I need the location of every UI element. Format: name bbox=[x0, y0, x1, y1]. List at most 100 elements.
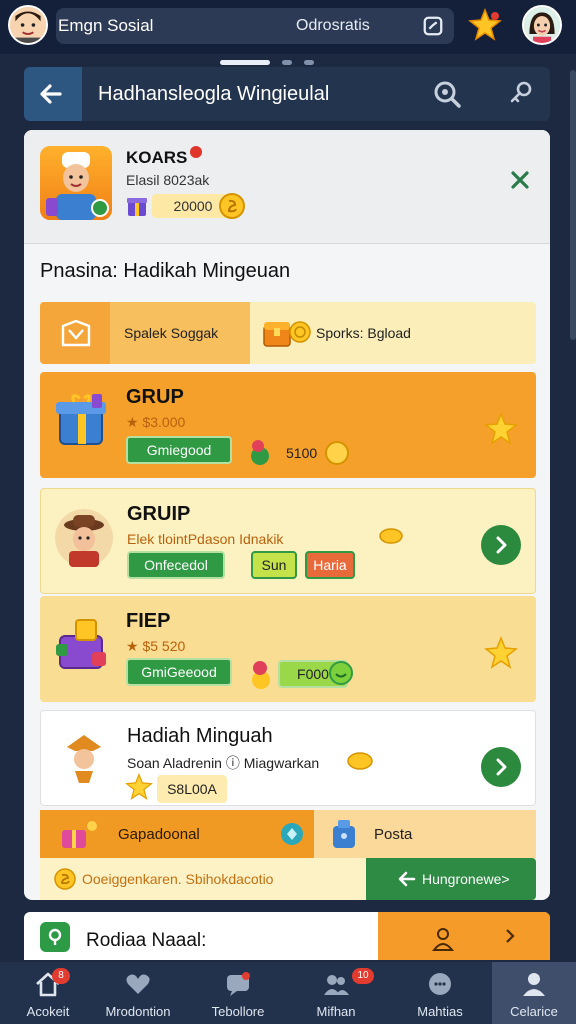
profile-icon bbox=[523, 973, 545, 996]
treasure-box-icon bbox=[56, 619, 106, 669]
coin-icon bbox=[219, 193, 245, 219]
reward-card-hadiah[interactable]: Hadiah Minguah Soan Aladrenin ⓘ Miagwark… bbox=[40, 710, 536, 806]
notification-badge: 10 bbox=[352, 968, 374, 984]
main-panel: KOARS Elasil 8023ak 20000 Pnasina: Hadik… bbox=[24, 130, 550, 900]
potion-icon bbox=[251, 440, 269, 465]
lower-card-title: Rodiaa Naaal: bbox=[86, 930, 207, 951]
nav-item-mrodontion[interactable]: Mrodontion bbox=[90, 962, 186, 1024]
lower-card-action[interactable] bbox=[378, 912, 550, 960]
reward-chip: S8L00A bbox=[157, 775, 227, 803]
category-label: Posta bbox=[374, 826, 413, 843]
chef-character-icon bbox=[46, 152, 109, 220]
coin-icon bbox=[325, 441, 349, 465]
map-icon bbox=[61, 319, 91, 347]
profile-card: KOARS Elasil 8023ak 20000 bbox=[24, 130, 550, 244]
profile-subtitle: Elasil 8023ak bbox=[126, 172, 210, 188]
scroll-indicator[interactable] bbox=[570, 70, 576, 340]
message-icon bbox=[429, 973, 451, 995]
smile-coin-icon bbox=[329, 661, 353, 685]
nav-label: Mifhan bbox=[316, 1004, 356, 1019]
card-subtitle: Elek tlointPdason Idnakik bbox=[127, 531, 284, 547]
category-label: Gapadoonal bbox=[118, 826, 200, 843]
gift-box-icon bbox=[56, 394, 106, 445]
avatar-face-icon bbox=[10, 7, 46, 43]
cowboy-character-icon bbox=[55, 509, 113, 567]
star-icon bbox=[484, 636, 518, 669]
claim-button[interactable]: Onfecedol bbox=[127, 551, 225, 579]
notification-badge: 8 bbox=[52, 968, 70, 984]
page-indicator bbox=[304, 60, 314, 65]
key-badge-icon bbox=[48, 928, 62, 945]
reward-amount: 5100 bbox=[286, 445, 318, 461]
app-name-bar[interactable]: Emgn Sosial Odrosratis bbox=[56, 8, 454, 44]
footer-text: Ooeiggenkaren. Sbihokdacotio bbox=[82, 871, 274, 887]
game-avatar bbox=[40, 146, 112, 220]
bottom-nav: 8 Acokeit Mrodontion Tebollore 10 Mifhan… bbox=[0, 962, 576, 1024]
category-posta[interactable]: Posta bbox=[314, 810, 536, 858]
nav-label: Mahtias bbox=[417, 1004, 463, 1019]
footer-action-button[interactable]: Hungronewe> bbox=[366, 858, 536, 900]
notification-dot bbox=[190, 146, 202, 158]
status-text: Odrosratis bbox=[296, 17, 370, 34]
nav-item-mahtias[interactable]: Mahtias bbox=[392, 962, 488, 1024]
nav-label: Tebollore bbox=[211, 1004, 265, 1019]
reward-card-gruip[interactable]: GRUIP Elek tlointPdason Idnakik Onfecedo… bbox=[40, 488, 536, 594]
card-subtitle: Soan Aladrenin ⓘ Miagwarkan bbox=[127, 755, 320, 771]
avatar-female-icon bbox=[524, 7, 560, 43]
reward-chip: Haria bbox=[305, 551, 355, 579]
search-icon[interactable] bbox=[432, 79, 462, 109]
tab-icon-box[interactable] bbox=[40, 302, 110, 364]
app-name: Emgn Sosial bbox=[58, 16, 154, 35]
lower-card-icon bbox=[40, 922, 70, 952]
key-icon[interactable] bbox=[508, 79, 534, 105]
user-avatar[interactable] bbox=[8, 5, 48, 45]
nav-label: Celarice bbox=[510, 1004, 558, 1019]
nav-item-acokeit[interactable]: 8 Acokeit bbox=[0, 962, 96, 1024]
page-indicator bbox=[282, 60, 292, 65]
profile-name: KOARS bbox=[126, 148, 188, 167]
reward-card-fiep[interactable]: FIEP ★ $5 520 GmiGeeood F000 bbox=[40, 596, 536, 702]
chevron-right-icon bbox=[496, 758, 507, 776]
tab-spalek[interactable]: Spalek Soggak bbox=[110, 302, 250, 364]
card-title: FIEP bbox=[126, 610, 171, 632]
card-title: Hadiah Minguah bbox=[127, 725, 273, 747]
reward-card-grup[interactable]: GRUP ★ $3.000 Gmiegood 5100 bbox=[40, 372, 536, 478]
card-title: GRUP bbox=[126, 386, 184, 408]
chevron-right-icon bbox=[506, 929, 515, 943]
nav-item-tebollore[interactable]: Tebollore bbox=[190, 962, 286, 1024]
tab-bar: Spalek Soggak Sporks: Bgload bbox=[40, 302, 536, 364]
tab-sporks[interactable]: Sporks: Bgload bbox=[316, 325, 411, 341]
group-icon bbox=[324, 975, 349, 995]
treasure-chest-icon bbox=[263, 321, 311, 347]
tab-label: Spalek Soggak bbox=[124, 325, 219, 341]
page-title: Hadhansleogla Wingieulal bbox=[98, 83, 330, 105]
bag-icon bbox=[333, 820, 355, 848]
category-gapadoonal[interactable]: Gapadoonal bbox=[40, 810, 314, 858]
profile-avatar[interactable] bbox=[522, 5, 562, 45]
footer-strip: Ooeiggenkaren. Sbihokdacotio Hungronewe> bbox=[40, 858, 536, 900]
star-icon[interactable] bbox=[468, 8, 502, 42]
nav-item-celarice[interactable]: Celarice bbox=[492, 962, 576, 1024]
section-title: Pnasina: Hadikah Mingeuan bbox=[40, 260, 291, 282]
potion-icon bbox=[252, 661, 270, 689]
nav-item-mifhan[interactable]: 10 Mifhan bbox=[288, 962, 384, 1024]
close-icon[interactable] bbox=[508, 168, 532, 192]
claim-button[interactable]: GmiGeeood bbox=[126, 658, 232, 686]
open-button[interactable] bbox=[481, 747, 521, 787]
coin-icon bbox=[54, 868, 76, 890]
top-bar: Emgn Sosial Odrosratis bbox=[0, 0, 576, 54]
nav-label: Acokeit bbox=[26, 1004, 70, 1019]
lower-card[interactable]: Rodiaa Naaal: bbox=[24, 912, 550, 960]
gift-box-icon bbox=[127, 198, 147, 216]
open-button[interactable] bbox=[481, 525, 521, 565]
back-arrow-icon bbox=[40, 84, 62, 104]
coin-icon bbox=[347, 752, 373, 770]
card-subtitle: ★ $3.000 bbox=[126, 414, 186, 430]
coin-icon bbox=[379, 528, 403, 544]
stats-icon[interactable] bbox=[422, 15, 444, 37]
back-button[interactable] bbox=[24, 67, 82, 121]
page-indicator-active bbox=[220, 60, 270, 65]
nav-label: Mrodontion bbox=[105, 1004, 171, 1019]
character-icon bbox=[67, 735, 101, 783]
claim-button[interactable]: Gmiegood bbox=[126, 436, 232, 464]
